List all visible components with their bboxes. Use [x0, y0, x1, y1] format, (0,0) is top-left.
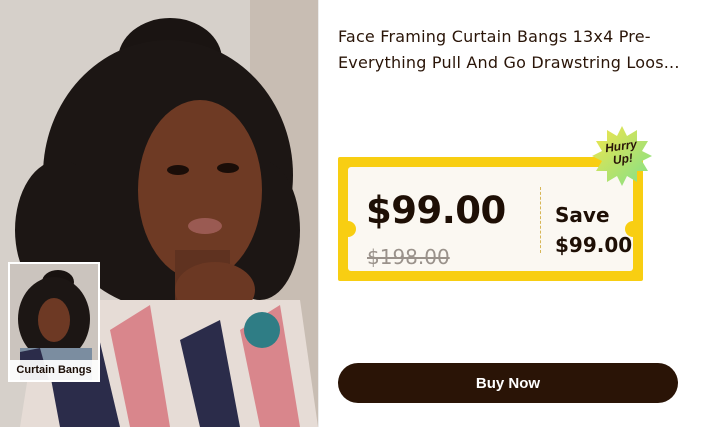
- thumbnail-label: Curtain Bangs: [10, 360, 98, 380]
- hurry-up-badge: Hurry Up!: [590, 124, 654, 188]
- product-title: Face Framing Curtain Bangs 13x4 Pre- Eve…: [338, 24, 678, 76]
- coupon-notch-left: [340, 221, 356, 237]
- panel-divider: [318, 0, 319, 427]
- product-title-line-1: Face Framing Curtain Bangs 13x4 Pre-: [338, 27, 651, 46]
- original-price: $198.00: [367, 245, 450, 269]
- product-title-line-2: Everything Pull And Go Drawstring Loos..…: [338, 53, 678, 72]
- buy-now-button[interactable]: Buy Now: [338, 363, 678, 403]
- save-label: Save: [555, 203, 610, 227]
- coupon-divider: [540, 187, 541, 253]
- thumbnail-curtain-bangs[interactable]: Curtain Bangs: [8, 262, 100, 382]
- current-price: $99.00: [366, 189, 506, 232]
- save-amount: $99.00: [555, 233, 633, 257]
- product-main-image[interactable]: Curtain Bangs: [0, 0, 318, 427]
